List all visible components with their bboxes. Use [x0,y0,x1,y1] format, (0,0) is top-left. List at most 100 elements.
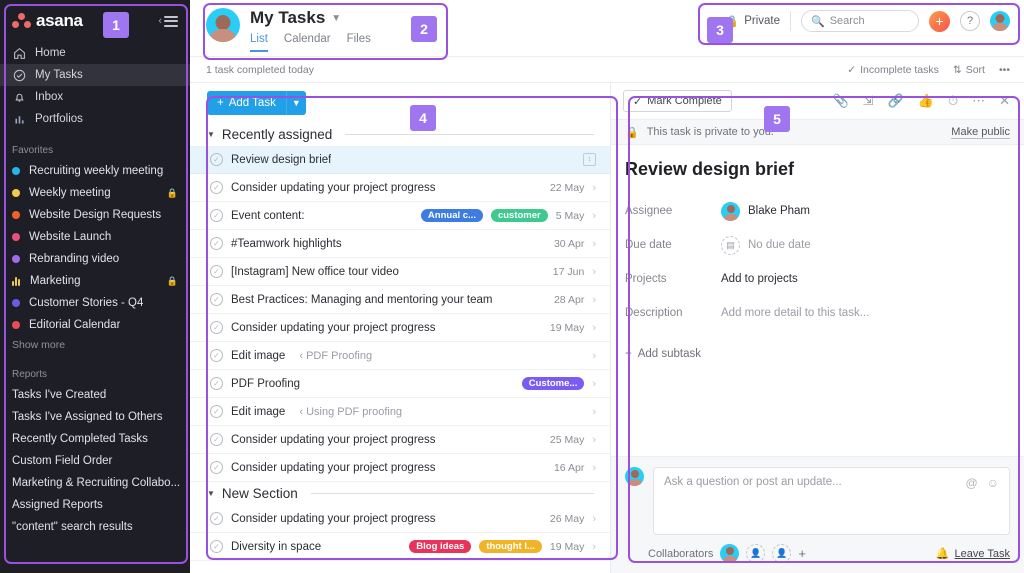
complete-checkbox[interactable]: ✓ [210,265,223,278]
tab-files[interactable]: Files [347,33,371,52]
task-due-date[interactable]: 22 May [550,182,584,194]
task-tag[interactable]: Blog ideas [409,540,472,553]
show-more-button[interactable]: Show more [0,336,190,354]
complete-checkbox[interactable]: ✓ [210,321,223,334]
chevron-right-icon[interactable]: › [592,294,596,306]
field-value[interactable]: Add more detail to this task... [721,307,869,319]
quick-add-button[interactable]: + [929,10,950,32]
complete-checkbox[interactable]: ✓ [210,349,223,362]
overflow-icon[interactable]: ⋯ [972,93,985,109]
task-project[interactable]: ‹ Using PDF proofing [299,406,402,418]
task-tag[interactable]: Custome... [521,377,585,390]
sidebar-item-portfolios[interactable]: Portfolios [0,108,190,130]
chevron-right-icon[interactable]: › [592,434,596,446]
report-item[interactable]: "content" search results [0,516,190,538]
calendar-mini-icon[interactable]: ↕ [583,153,596,166]
task-due-date[interactable]: 17 Jun [553,266,585,278]
task-row[interactable]: ✓ Edit image ‹ Using PDF proofing › [190,398,610,426]
chevron-right-icon[interactable]: › [592,350,596,362]
chevron-right-icon[interactable]: › [592,462,596,474]
task-tag[interactable]: Annual c... [420,209,483,222]
task-row[interactable]: ✓ Diversity in space Blog ideas thought l..… [190,533,610,561]
page-title[interactable]: My Tasks ▼ [250,8,371,28]
task-row[interactable]: ✓ Consider updating your project progress… [190,426,610,454]
sort-button[interactable]: ⇅ Sort [953,64,985,76]
task-due-date[interactable]: 25 May [550,434,584,446]
make-public-button[interactable]: Make public [951,126,1010,139]
profile-avatar[interactable] [990,11,1010,31]
complete-checkbox[interactable]: ✓ [210,153,223,166]
complete-checkbox[interactable]: ✓ [210,293,223,306]
task-row[interactable]: ✓ Best Practices: Managing and mentoring … [190,286,610,314]
task-row[interactable]: ✓ Consider updating your project progress… [190,174,610,202]
task-section-header[interactable]: ▼ Recently assigned [190,123,610,146]
complete-checkbox[interactable]: ✓ [210,512,223,525]
chevron-right-icon[interactable]: › [592,406,596,418]
task-due-date[interactable]: 26 May [550,513,584,525]
leave-task-button[interactable]: 🔔 Leave Task [936,547,1010,561]
task-due-date[interactable]: 5 May [556,210,585,222]
field-value[interactable]: ▤ No due date [721,235,811,255]
complete-checkbox[interactable]: ✓ [210,405,223,418]
task-row[interactable]: ✓ [Instagram] New office tour video 17 Jun… [190,258,610,286]
task-row[interactable]: ✓ Consider updating your project progress… [190,314,610,342]
chevron-right-icon[interactable]: › [592,266,596,278]
report-item[interactable]: Custom Field Order [0,450,190,472]
chevron-right-icon[interactable]: › [592,238,596,250]
add-collaborator-button[interactable]: + [798,546,806,561]
collaborator-avatar[interactable] [720,544,740,563]
task-row[interactable]: ✓ Event content: Annual c... customer 5 May › [190,202,610,230]
filter-incomplete-tasks[interactable]: ✓ Incomplete tasks [847,64,939,76]
chevron-down-icon[interactable]: ▼ [331,13,341,24]
task-due-date[interactable]: 19 May [550,322,584,334]
close-icon[interactable]: ✕ [999,93,1010,109]
at-mention-icon[interactable]: @ [966,476,978,490]
privacy-indicator[interactable]: 🔒 Private [725,14,780,28]
task-row[interactable]: ✓ Consider updating your project progress… [190,454,610,482]
chevron-right-icon[interactable]: › [592,210,596,222]
help-button[interactable]: ? [960,11,980,31]
complete-checkbox[interactable]: ✓ [210,209,223,222]
collapse-sidebar-button[interactable]: ‹ [158,13,178,29]
mark-complete-button[interactable]: ✓ Mark Complete [623,90,732,112]
link-icon[interactable]: 🔗 [888,93,904,109]
sidebar-item-home[interactable]: Home [0,42,190,64]
favorite-item[interactable]: Marketing 🔒 [0,270,190,292]
attachment-icon[interactable]: 📎 [832,93,848,109]
field-value[interactable]: Add to projects [721,273,798,285]
chevron-right-icon[interactable]: › [592,182,596,194]
subtask-icon[interactable]: ⇲ [863,93,874,109]
favorite-item[interactable]: Website Launch [0,226,190,248]
add-subtask-button[interactable]: + Add subtask [625,348,1006,360]
report-item[interactable]: Tasks I've Created [0,384,190,406]
task-due-date[interactable]: 19 May [550,541,584,553]
favorite-item[interactable]: Weekly meeting 🔒 [0,182,190,204]
task-row[interactable]: ✓ Edit image ‹ PDF Proofing › [190,342,610,370]
chevron-down-icon[interactable]: ▼ [207,130,215,139]
favorite-item[interactable]: Rebranding video [0,248,190,270]
chevron-right-icon[interactable]: › [592,378,596,390]
overflow-menu-button[interactable]: ••• [999,64,1010,76]
complete-checkbox[interactable]: ✓ [210,181,223,194]
favorite-item[interactable]: Editorial Calendar [0,314,190,336]
tab-list[interactable]: List [250,33,268,52]
task-section-header[interactable]: ▼ New Section [190,482,610,505]
task-tag[interactable]: thought l... [479,540,542,553]
report-item[interactable]: Recently Completed Tasks [0,428,190,450]
tab-calendar[interactable]: Calendar [284,33,331,52]
report-item[interactable]: Marketing & Recruiting Collabo... [0,472,190,494]
favorite-item[interactable]: Customer Stories - Q4 [0,292,190,314]
task-row[interactable]: ✓ Review design brief ↕ [190,146,610,174]
task-row[interactable]: ✓ PDF Proofing Custome... › [190,370,610,398]
chevron-right-icon[interactable]: › [592,513,596,525]
sidebar-item-my-tasks[interactable]: My Tasks [0,64,190,86]
timer-icon[interactable]: ⏱ [948,93,958,109]
like-icon[interactable]: 👍 [918,93,934,109]
complete-checkbox[interactable]: ✓ [210,377,223,390]
complete-checkbox[interactable]: ✓ [210,433,223,446]
task-due-date[interactable]: 30 Apr [554,238,584,250]
search-input[interactable]: 🔍 Search [801,10,919,32]
task-project[interactable]: ‹ PDF Proofing [299,350,372,362]
task-due-date[interactable]: 28 Apr [554,294,584,306]
report-item[interactable]: Assigned Reports [0,494,190,516]
